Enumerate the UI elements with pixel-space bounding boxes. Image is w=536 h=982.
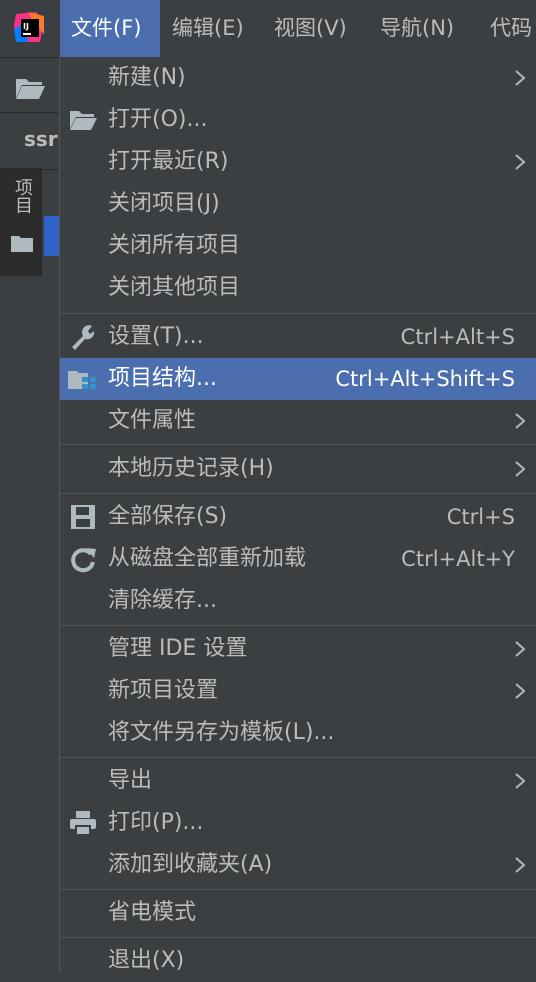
chevron-right-icon	[515, 461, 526, 477]
menu-item-open[interactable]: 打开(O)...	[60, 99, 536, 141]
menu-item-save-all[interactable]: 全部保存(S) Ctrl+S	[60, 496, 536, 538]
folder-open-icon[interactable]	[14, 74, 46, 102]
menu-item-label: 关闭所有项目	[108, 233, 241, 258]
menu-bar: IJ 文件(F) 编辑(E) 视图(V) 导航(N) 代码	[0, 0, 536, 58]
folder-open-icon	[70, 111, 97, 130]
project-tool-label: 项目	[12, 178, 33, 214]
menu-item-local-history[interactable]: 本地历史记录(H)	[60, 448, 536, 490]
menu-item-manage-ide-settings[interactable]: 管理 IDE 设置	[60, 628, 536, 670]
folder-icon	[11, 236, 33, 252]
chevron-right-icon	[515, 641, 526, 657]
menu-separator	[60, 757, 536, 758]
menu-navigate[interactable]: 导航(N)	[380, 0, 454, 57]
file-menu-dropdown: 新建(N) 打开(O)... 打开最近(R) 关闭项目(J) 关闭所有项目 关闭…	[59, 57, 536, 973]
menu-item-label: 本地历史记录(H)	[108, 456, 274, 481]
shortcut-label: Ctrl+S	[446, 505, 515, 529]
menu-item-label: 设置(T)...	[108, 324, 204, 349]
project-structure-icon	[68, 371, 96, 389]
menu-item-label: 打开(O)...	[108, 107, 208, 132]
menu-item-label: 导出	[108, 768, 153, 793]
save-icon	[71, 505, 95, 529]
menu-item-project-structure[interactable]: 项目结构... Ctrl+Alt+Shift+S	[60, 358, 536, 400]
shortcut-label: Ctrl+Alt+Shift+S	[335, 367, 515, 391]
menu-item-label: 全部保存(S)	[108, 504, 228, 529]
menu-item-label: 从磁盘全部重新加载	[108, 546, 307, 571]
menu-item-label: 省电模式	[108, 900, 197, 925]
chevron-right-icon	[515, 70, 526, 86]
menu-separator	[60, 313, 536, 314]
menu-item-save-as-template[interactable]: 将文件另存为模板(L)...	[60, 712, 536, 754]
editor-tab-label[interactable]: ssr	[24, 127, 58, 151]
menu-item-file-properties[interactable]: 文件属性	[60, 400, 536, 442]
menu-item-settings[interactable]: 设置(T)... Ctrl+Alt+S	[60, 316, 536, 358]
menu-item-close-other-projects[interactable]: 关闭其他项目	[60, 267, 536, 309]
menu-item-label: 添加到收藏夹(A)	[108, 852, 273, 877]
menu-item-label: 退出(X)	[108, 948, 185, 973]
menu-item-label: 关闭项目(J)	[108, 191, 220, 216]
menu-separator	[60, 444, 536, 445]
menu-item-close-project[interactable]: 关闭项目(J)	[60, 183, 536, 225]
svg-text:IJ: IJ	[23, 22, 29, 31]
menu-item-power-save-mode[interactable]: 省电模式	[60, 892, 536, 934]
menu-item-label: 打开最近(R)	[108, 149, 229, 174]
chevron-right-icon	[515, 154, 526, 170]
menu-item-label: 关闭其他项目	[108, 275, 241, 300]
chevron-right-icon	[515, 413, 526, 429]
menu-item-reload-from-disk[interactable]: 从磁盘全部重新加载 Ctrl+Alt+Y	[60, 538, 536, 580]
menu-file[interactable]: 文件(F)	[60, 0, 160, 57]
menu-separator	[60, 937, 536, 938]
menu-item-label: 文件属性	[108, 408, 197, 433]
menu-item-add-to-favorites[interactable]: 添加到收藏夹(A)	[60, 844, 536, 886]
project-tool-window-button[interactable]: 项目	[0, 168, 42, 276]
wrench-icon	[72, 325, 95, 350]
menu-separator	[60, 493, 536, 494]
printer-icon	[70, 811, 96, 836]
menu-item-export[interactable]: 导出	[60, 760, 536, 802]
menu-code[interactable]: 代码	[490, 0, 532, 57]
menu-item-open-recent[interactable]: 打开最近(R)	[60, 141, 536, 183]
menu-item-label: 打印(P)...	[108, 810, 204, 835]
menu-item-print[interactable]: 打印(P)...	[60, 802, 536, 844]
menu-separator	[60, 889, 536, 890]
intellij-logo-icon[interactable]: IJ	[14, 12, 46, 44]
reload-icon	[71, 548, 96, 573]
menu-separator	[60, 625, 536, 626]
menu-item-new-project-settings[interactable]: 新项目设置	[60, 670, 536, 712]
menu-item-label: 将文件另存为模板(L)...	[108, 720, 335, 745]
menu-item-label: 项目结构...	[108, 366, 217, 391]
menu-edit[interactable]: 编辑(E)	[172, 0, 244, 57]
editor-selection-strip	[44, 216, 60, 256]
menu-item-label: 清除缓存...	[108, 588, 217, 613]
menu-view[interactable]: 视图(V)	[274, 0, 347, 57]
editor-tab-strip: ssr	[0, 112, 60, 170]
chevron-right-icon	[515, 683, 526, 699]
chevron-right-icon	[515, 857, 526, 873]
menu-item-invalidate-caches[interactable]: 清除缓存...	[60, 580, 536, 622]
menu-item-label: 新项目设置	[108, 678, 219, 703]
shortcut-label: Ctrl+Alt+Y	[401, 547, 515, 571]
menu-item-label: 新建(N)	[108, 65, 186, 90]
menu-item-label: 管理 IDE 设置	[108, 636, 248, 661]
menu-item-close-all-projects[interactable]: 关闭所有项目	[60, 225, 536, 267]
menu-item-new[interactable]: 新建(N)	[60, 57, 536, 99]
chevron-right-icon	[515, 773, 526, 789]
menu-item-exit[interactable]: 退出(X)	[60, 940, 536, 982]
shortcut-label: Ctrl+Alt+S	[400, 325, 515, 349]
